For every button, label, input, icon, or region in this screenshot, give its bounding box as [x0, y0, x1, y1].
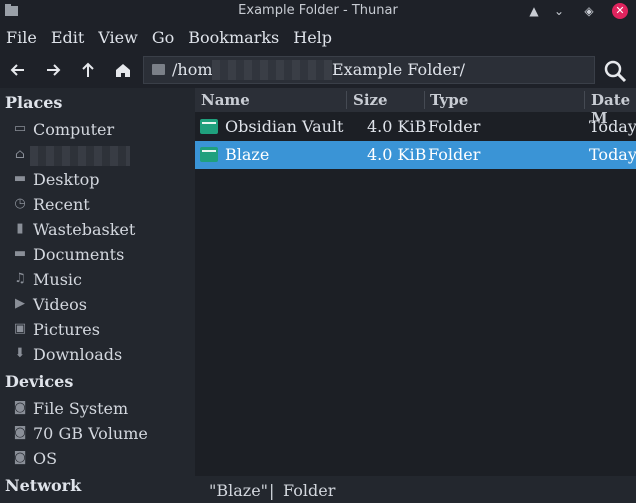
computer-icon: ▭ [13, 121, 27, 136]
status-type: Folder [283, 481, 336, 500]
status-selection: "Blaze" [209, 481, 269, 500]
trash-icon: ▮ [16, 221, 24, 236]
minimize-icon[interactable]: ⌄ [550, 2, 568, 20]
music-icon: ♫ [14, 271, 26, 286]
redacted-username [30, 146, 130, 166]
up-icon[interactable] [76, 58, 100, 82]
maximize-icon[interactable]: ◈ [580, 2, 598, 20]
sidebar-item-downloads[interactable]: ⬇ Downloads [13, 343, 123, 365]
file-date: Today [589, 145, 636, 164]
videos-icon: ▶ [15, 296, 25, 311]
sidebar-item-videos[interactable]: ▶ Videos [13, 293, 87, 315]
menu-help[interactable]: Help [293, 28, 332, 47]
sidebar-item-wastebasket[interactable]: ▮ Wastebasket [13, 218, 135, 240]
column-size[interactable]: Size [353, 91, 388, 109]
menu-go[interactable]: Go [152, 28, 174, 47]
status-bar: "Blaze" | Folder [195, 476, 636, 503]
folder-icon [200, 119, 218, 134]
pictures-icon: ▣ [13, 321, 27, 336]
menu-bar: File Edit View Go Bookmarks Help [0, 22, 636, 52]
list-item[interactable]: Blaze 4.0 KiB Folder Today [195, 141, 636, 169]
drive-icon: ◙ [13, 425, 27, 440]
title-bar: Example Folder - Thunar ▲ ⌄ ◈ ✕ [0, 0, 636, 22]
places-heading: Places [5, 93, 63, 112]
documents-icon: ▬ [13, 246, 27, 261]
menu-edit[interactable]: Edit [51, 28, 84, 47]
sidebar-item-pictures[interactable]: ▣ Pictures [13, 318, 100, 340]
column-type[interactable]: Type [430, 91, 468, 109]
file-size: 4.0 KiB [367, 117, 427, 136]
file-date: Today [589, 117, 636, 136]
list-item[interactable]: Obsidian Vault 4.0 KiB Folder Today [195, 113, 636, 141]
desktop-icon: ▬ [13, 171, 27, 186]
home-icon[interactable] [111, 58, 135, 82]
drive-icon: ◙ [13, 400, 27, 415]
file-type: Folder [428, 117, 481, 136]
forward-icon[interactable] [41, 58, 65, 82]
clock-icon: ◷ [14, 196, 26, 211]
home-icon: ⌂ [15, 147, 25, 162]
file-list[interactable]: Name Size Type Date M Obsidian Vault 4.0… [195, 88, 636, 476]
column-name[interactable]: Name [201, 91, 250, 109]
close-icon[interactable]: ✕ [612, 3, 628, 19]
folder-icon [152, 64, 165, 75]
sidebar-item-documents[interactable]: ▬ Documents [13, 243, 124, 265]
file-name: Obsidian Vault [225, 117, 344, 136]
file-size: 4.0 KiB [367, 145, 427, 164]
network-heading: Network [5, 476, 82, 495]
file-type: Folder [428, 145, 481, 164]
toolbar: /home Example Folder/ [0, 52, 636, 88]
location-bar[interactable]: /home Example Folder/ [143, 56, 595, 84]
sidebar-item-recent[interactable]: ◷ Recent [13, 193, 89, 215]
back-icon[interactable] [6, 58, 30, 82]
drive-icon: ◙ [13, 450, 27, 465]
sidebar-item-os[interactable]: ◙ OS [13, 447, 57, 469]
sidebar-item-computer[interactable]: ▭ Computer [13, 118, 114, 140]
file-name: Blaze [225, 145, 270, 164]
keep-above-icon[interactable]: ▲ [525, 2, 543, 20]
sidebar-item-volume[interactable]: ◙ 70 GB Volume [13, 422, 148, 444]
search-icon[interactable] [602, 58, 628, 84]
menu-view[interactable]: View [98, 28, 138, 47]
devices-heading: Devices [5, 372, 74, 391]
redacted-path [212, 60, 332, 80]
sidebar-item-music[interactable]: ♫ Music [13, 268, 82, 290]
menu-file[interactable]: File [6, 28, 37, 47]
path-suffix: Example Folder/ [332, 60, 466, 79]
sidebar-item-filesystem[interactable]: ◙ File System [13, 397, 128, 419]
menu-bookmarks[interactable]: Bookmarks [188, 28, 279, 47]
folder-icon [200, 147, 218, 162]
sidebar: Places ▭ Computer ⌂ ▬ Desktop ◷ Recent ▮ Was… [0, 88, 193, 503]
sidebar-item-desktop[interactable]: ▬ Desktop [13, 168, 100, 190]
download-icon: ⬇ [14, 346, 26, 361]
column-header: Name Size Type Date M [195, 88, 636, 127]
status-separator: | [269, 481, 275, 500]
